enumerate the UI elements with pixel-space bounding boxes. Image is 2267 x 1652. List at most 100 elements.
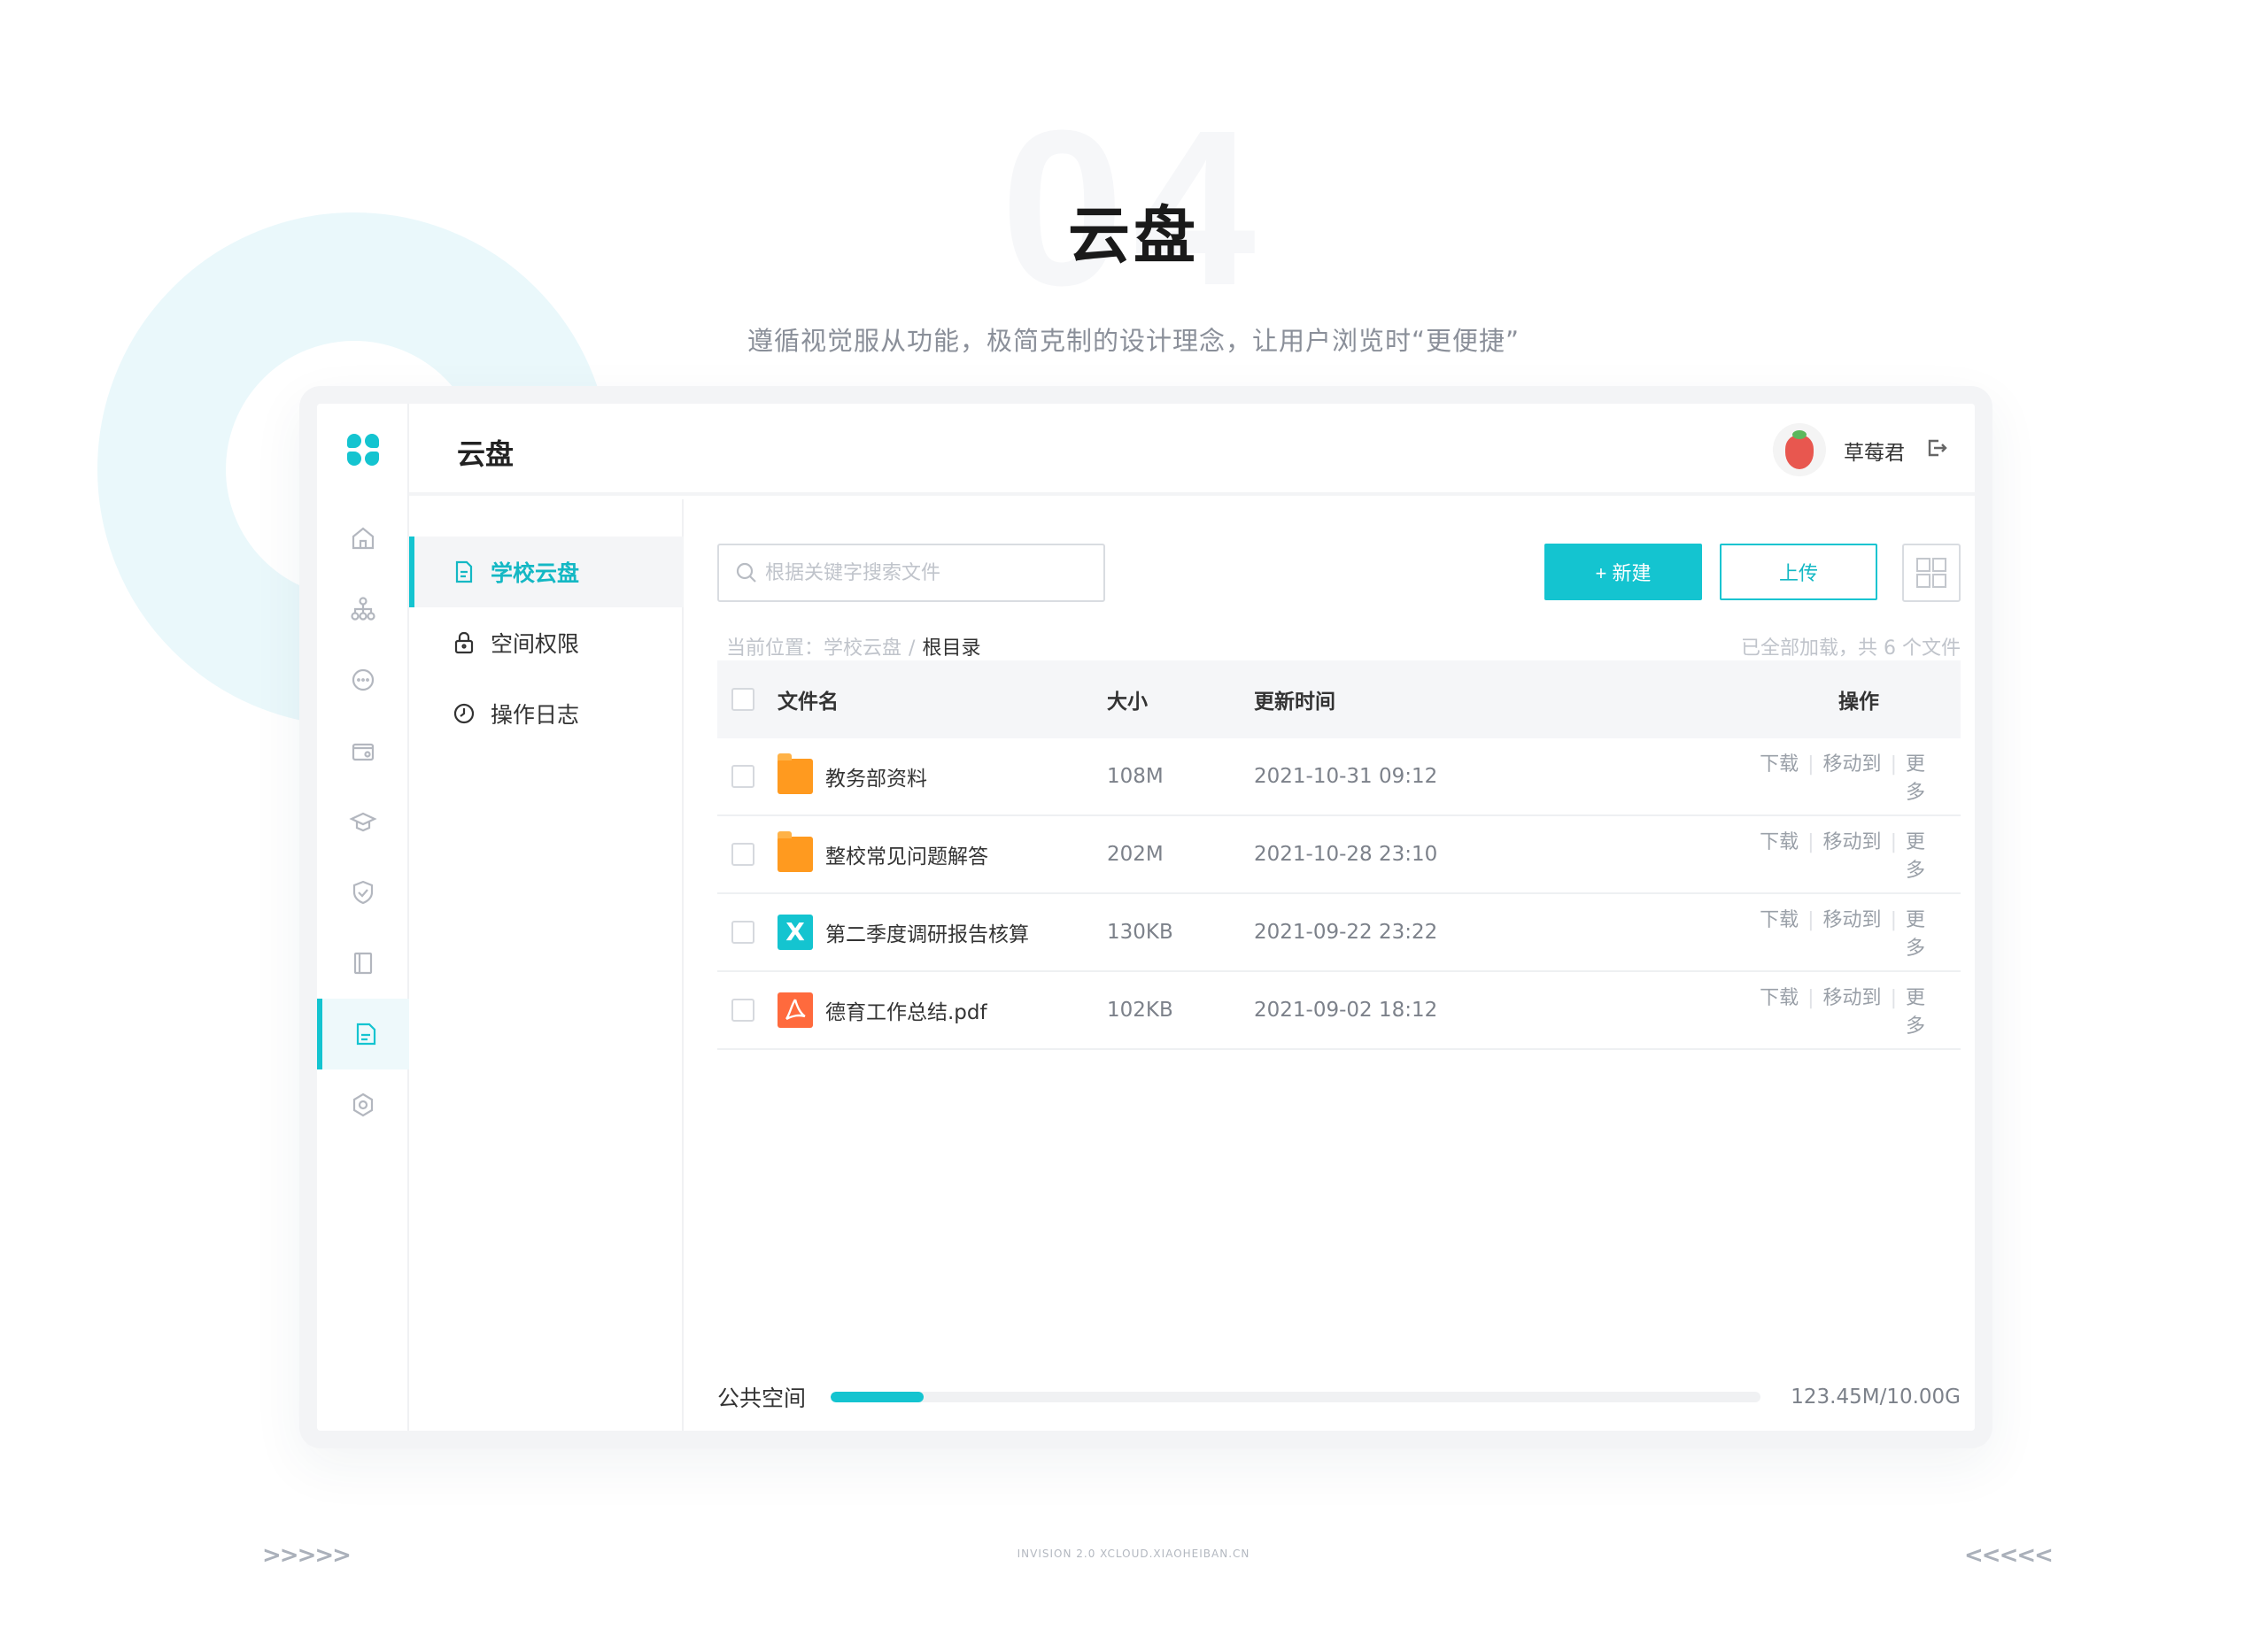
file-size: 202M [1107, 843, 1164, 866]
search-box[interactable] [717, 544, 1105, 602]
select-all-cell [717, 688, 778, 711]
row-checkbox[interactable] [731, 843, 754, 866]
ops-divider: | [1807, 987, 1814, 1009]
download-link[interactable]: 下载 [1760, 909, 1799, 931]
cloud-drive-icon [356, 1023, 376, 1046]
file-size: 130KB [1107, 921, 1173, 944]
subnav-school-drive[interactable]: 学校云盘 [409, 537, 684, 607]
rail-home[interactable] [317, 503, 409, 574]
graduation-cap-icon [349, 812, 377, 832]
move-link[interactable]: 移动到 [1823, 753, 1882, 776]
footer-note: INVISION 2.0 XCLOUD.XIAOHEIBAN.CN [1017, 1548, 1250, 1560]
rail-organization[interactable] [317, 574, 409, 645]
folder-icon [778, 831, 813, 872]
grid-view-icon [1916, 558, 1946, 588]
hero-title: 云盘 [1068, 199, 1199, 272]
ops-divider: | [1890, 753, 1897, 776]
storage-progress-fill [831, 1392, 924, 1402]
header-time[interactable]: 更新时间 [1254, 684, 1750, 714]
upload-button[interactable]: 上传 [1720, 544, 1877, 600]
search-input[interactable] [765, 561, 1102, 584]
move-link[interactable]: 移动到 [1823, 909, 1882, 931]
file-name-cell: X 第二季度调研报告核算 [778, 915, 1107, 950]
rail-messages[interactable] [317, 645, 409, 715]
row-checkbox[interactable] [731, 765, 754, 788]
file-table: 文件名 大小 更新时间 操作 教务部资料 108M 2021-10-31 09:… [717, 660, 1961, 1050]
org-chart-icon [351, 597, 375, 621]
subnav-space-permissions[interactable]: 空间权限 [409, 607, 684, 678]
pdf-icon [778, 992, 813, 1028]
move-link[interactable]: 移动到 [1823, 831, 1882, 853]
table-row[interactable]: 教务部资料 108M 2021-10-31 09:12 下载 | 移动到 | 更多 [717, 738, 1961, 816]
subnav-label: 操作日志 [491, 702, 580, 728]
rail-library[interactable] [317, 928, 409, 999]
user-avatar[interactable] [1773, 423, 1826, 476]
pdf-glyph-icon [785, 999, 806, 1021]
storage-progress-bar [831, 1392, 1760, 1402]
breadcrumb-prefix: 当前位置： [726, 637, 824, 660]
row-check-cell [717, 765, 778, 788]
file-name[interactable]: 德育工作总结.pdf [825, 995, 987, 1025]
ops-divider: | [1890, 987, 1897, 1009]
file-name[interactable]: 整校常见问题解答 [825, 839, 988, 869]
more-link[interactable]: 更多 [1906, 909, 1925, 960]
download-link[interactable]: 下载 [1760, 753, 1799, 776]
more-link[interactable]: 更多 [1906, 831, 1925, 882]
new-button[interactable]: + 新建 [1544, 544, 1702, 600]
logout-icon [1928, 439, 1947, 457]
ops-divider: | [1807, 831, 1814, 853]
lock-icon [454, 631, 474, 654]
storage-value: 123.45M/10.00G [1791, 1386, 1961, 1409]
table-header: 文件名 大小 更新时间 操作 [717, 660, 1961, 738]
loaded-status: 已全部加载，共 6 个文件 [1741, 637, 1961, 660]
file-name-cell: 教务部资料 [778, 753, 1107, 794]
message-icon [352, 668, 375, 691]
table-row[interactable]: 德育工作总结.pdf 102KB 2021-09-02 18:12 下载 | 移动到… [717, 972, 1961, 1050]
subnav-operation-log[interactable]: 操作日志 [409, 678, 684, 749]
file-time: 2021-10-28 23:10 [1254, 843, 1438, 866]
file-name[interactable]: 教务部资料 [825, 761, 927, 791]
breadcrumb-parent[interactable]: 学校云盘 [824, 637, 901, 660]
subnav-label: 学校云盘 [491, 560, 580, 586]
file-actions: 下载 | 移动到 | 更多 [1750, 748, 1961, 805]
rail-cloud-drive[interactable] [317, 999, 409, 1069]
search-icon [736, 562, 756, 583]
file-name[interactable]: 第二季度调研报告核算 [825, 917, 1029, 947]
shield-check-icon [352, 880, 374, 905]
app-header: 云盘 草莓君 [409, 404, 1975, 496]
grid-view-button[interactable] [1902, 544, 1961, 602]
table-row[interactable]: 整校常见问题解答 202M 2021-10-28 23:10 下载 | 移动到 | 更多 [717, 816, 1961, 894]
sub-navigation: 学校云盘 空间权限 操作日志 [409, 499, 684, 1431]
logout-button[interactable] [1923, 436, 1948, 460]
rail-settings[interactable] [317, 1069, 409, 1140]
download-link[interactable]: 下载 [1760, 831, 1799, 853]
breadcrumb: 当前位置：学校云盘 / 根目录 [726, 632, 980, 660]
hero-subtitle: 遵循视觉服从功能，极简克制的设计理念，让用户浏览时“更便捷” [747, 326, 1520, 356]
more-link[interactable]: 更多 [1906, 987, 1925, 1038]
select-all-checkbox[interactable] [731, 688, 754, 711]
row-check-cell [717, 843, 778, 866]
table-row[interactable]: X 第二季度调研报告核算 130KB 2021-09-22 23:22 下载 | 移… [717, 894, 1961, 972]
move-link[interactable]: 移动到 [1823, 987, 1882, 1009]
cloud-drive-app: 云盘 草莓君 学校云盘 空间权限 操作日志 根据关键字搜索文件 + 新建 上传 … [317, 404, 1975, 1431]
rail-wallet[interactable] [317, 715, 409, 786]
ops-divider: | [1807, 753, 1814, 776]
user-name[interactable]: 草莓君 [1844, 436, 1905, 466]
header-ops: 操作 [1838, 691, 1879, 714]
header-name[interactable]: 文件名 [778, 684, 1107, 714]
file-actions: 下载 | 移动到 | 更多 [1750, 904, 1961, 961]
row-checkbox[interactable] [731, 921, 754, 944]
file-name-cell: 整校常见问题解答 [778, 831, 1107, 872]
file-actions: 下载 | 移动到 | 更多 [1750, 982, 1961, 1038]
download-link[interactable]: 下载 [1760, 987, 1799, 1009]
row-checkbox[interactable] [731, 999, 754, 1022]
rail-security[interactable] [317, 857, 409, 928]
rail-education[interactable] [317, 786, 409, 857]
ops-divider: | [1890, 909, 1897, 931]
row-check-cell [717, 921, 778, 944]
header-size[interactable]: 大小 [1107, 684, 1254, 714]
app-logo-icon [347, 434, 379, 466]
storage-usage: 公共空间 123.45M/10.00G [717, 1379, 1961, 1415]
more-link[interactable]: 更多 [1906, 753, 1925, 804]
file-name-cell: 德育工作总结.pdf [778, 992, 1107, 1028]
